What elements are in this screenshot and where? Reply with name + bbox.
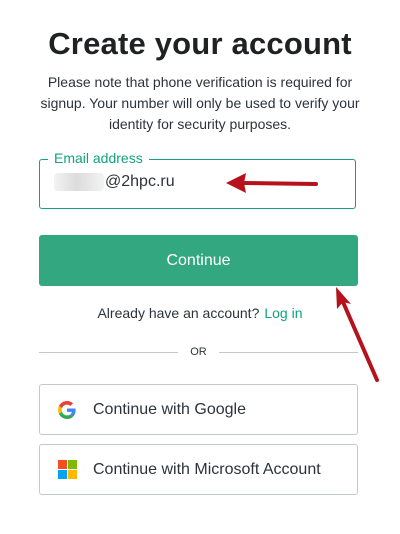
google-button-label: Continue with Google (93, 400, 246, 418)
microsoft-icon (57, 460, 77, 480)
email-field-label: Email address (48, 150, 149, 166)
annotation-arrow-continue (336, 287, 379, 382)
continue-with-google-button[interactable]: Continue with Google (39, 384, 358, 435)
continue-with-microsoft-button[interactable]: Continue with Microsoft Account (39, 444, 358, 495)
login-prompt-line: Already have an account? Log in (0, 305, 400, 321)
page-subtitle: Please note that phone verification is r… (40, 74, 360, 132)
blurred-email-username (54, 173, 104, 191)
divider-line-right (218, 351, 358, 353)
email-field[interactable]: Email address @2hpc.ru (39, 150, 356, 209)
google-icon (57, 400, 77, 420)
continue-button[interactable]: Continue (39, 235, 358, 286)
email-domain-text: @2hpc.ru (105, 173, 175, 190)
or-divider: OR (39, 344, 358, 360)
page-title: Create your account (48, 26, 352, 61)
email-field-value[interactable]: @2hpc.ru (54, 173, 175, 191)
divider-line-left (39, 351, 179, 353)
divider-or-text: OR (190, 346, 207, 358)
login-prompt-text: Already have an account? (97, 305, 260, 321)
microsoft-button-label: Continue with Microsoft Account (93, 460, 321, 478)
login-link[interactable]: Log in (264, 305, 302, 321)
